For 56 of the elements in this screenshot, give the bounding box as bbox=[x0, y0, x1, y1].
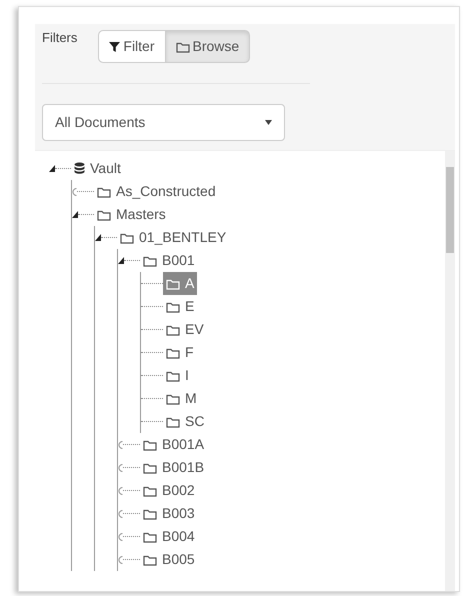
tree-node[interactable]: EV bbox=[163, 318, 207, 341]
view-toggle-button[interactable]: Filter bbox=[98, 30, 166, 63]
folder-icon bbox=[143, 484, 157, 496]
folder-icon bbox=[143, 554, 157, 566]
tree-node[interactable]: Masters bbox=[94, 203, 169, 226]
folder-icon bbox=[166, 392, 180, 404]
folder-icon bbox=[97, 208, 111, 220]
collapsed-toggle-icon[interactable] bbox=[118, 464, 123, 472]
folder-icon bbox=[143, 530, 157, 542]
tree-node[interactable]: 01_BENTLEY bbox=[117, 226, 230, 249]
scrollbar[interactable] bbox=[445, 151, 455, 591]
tree-node[interactable]: F bbox=[163, 341, 197, 364]
scrollbar-thumb[interactable] bbox=[446, 167, 454, 253]
collapsed-toggle-icon[interactable] bbox=[118, 486, 123, 494]
expanded-toggle-icon[interactable] bbox=[118, 257, 124, 264]
folder-icon bbox=[166, 324, 180, 336]
tree-node[interactable]: As_Constructed bbox=[94, 180, 219, 203]
view-toggle-button[interactable]: Browse bbox=[164, 30, 250, 63]
folder-icon bbox=[97, 186, 111, 198]
filters-label: Filters bbox=[42, 29, 78, 47]
folder-icon bbox=[166, 370, 180, 382]
folder-icon bbox=[143, 438, 157, 450]
tree-node[interactable]: I bbox=[163, 364, 192, 387]
expanded-toggle-icon[interactable] bbox=[49, 165, 55, 172]
caret-icon bbox=[265, 120, 272, 125]
folder-icon bbox=[166, 346, 180, 358]
collapsed-toggle-icon[interactable] bbox=[118, 532, 123, 540]
tree-node[interactable]: B001A bbox=[140, 433, 208, 456]
folder-icon bbox=[166, 300, 180, 312]
collapsed-toggle-icon[interactable] bbox=[118, 510, 123, 518]
folder-icon bbox=[166, 416, 180, 428]
tree-node[interactable]: A bbox=[163, 272, 198, 295]
tree-node[interactable]: B001B bbox=[140, 456, 208, 479]
tree-node[interactable]: B004 bbox=[140, 525, 198, 548]
folder-icon bbox=[143, 254, 157, 266]
tree-node[interactable]: SC bbox=[163, 410, 208, 433]
expanded-toggle-icon[interactable] bbox=[95, 234, 101, 241]
tree-node[interactable]: Vault bbox=[71, 157, 124, 180]
database-icon bbox=[74, 162, 85, 175]
folder-icon bbox=[143, 462, 157, 474]
folder-icon bbox=[176, 40, 190, 52]
tree-node[interactable]: B002 bbox=[140, 479, 198, 502]
expanded-toggle-icon[interactable] bbox=[72, 211, 78, 218]
folder-icon bbox=[120, 232, 134, 244]
tree-node[interactable]: M bbox=[163, 387, 200, 410]
collapsed-toggle-icon[interactable] bbox=[118, 440, 123, 448]
tree-node[interactable]: B005 bbox=[140, 548, 198, 571]
folder-icon bbox=[166, 278, 180, 290]
document-type-dropdown[interactable]: All Documents bbox=[42, 104, 285, 141]
tree-node[interactable]: E bbox=[163, 295, 198, 318]
tree-node[interactable]: B003 bbox=[140, 502, 198, 525]
folder-icon bbox=[143, 508, 157, 520]
tree-node[interactable]: B001 bbox=[140, 249, 198, 272]
collapsed-toggle-icon[interactable] bbox=[118, 556, 123, 564]
collapsed-toggle-icon[interactable] bbox=[72, 188, 77, 196]
funnel-icon bbox=[109, 40, 120, 52]
